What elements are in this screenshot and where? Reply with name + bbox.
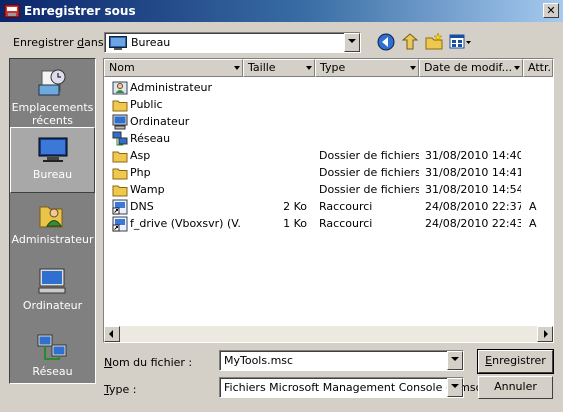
column-header-size[interactable]: Taille [243, 59, 315, 77]
computer-icon [112, 114, 128, 130]
title-bar: Enregistrer sous ✕ [0, 0, 563, 22]
file-name: Réseau [130, 132, 171, 145]
place-computer[interactable]: Ordinateur [10, 259, 95, 325]
close-button[interactable]: ✕ [543, 3, 559, 18]
file-row[interactable]: Asp Dossier de fichiers 31/08/2010 14:40 [104, 147, 553, 164]
file-name: Ordinateur [130, 115, 190, 128]
filename-dropdown-button[interactable] [447, 351, 463, 370]
location-dropdown[interactable]: Bureau [104, 32, 361, 53]
close-icon: ✕ [546, 4, 556, 17]
place-label: Ordinateur [22, 299, 83, 312]
shortcut-icon [112, 199, 128, 215]
file-size: 2 Ko [283, 200, 307, 213]
place-desktop[interactable]: Bureau [10, 127, 95, 193]
app-icon [4, 4, 20, 18]
file-row[interactable]: Wamp Dossier de fichiers 31/08/2010 14:54 [104, 181, 553, 198]
scroll-left-button[interactable] [104, 326, 120, 342]
desktop-icon [38, 137, 68, 162]
file-row[interactable]: Administrateur [104, 79, 553, 96]
chevron-down-icon [234, 66, 240, 70]
column-header-date[interactable]: Date de modif... [419, 59, 523, 77]
filename-input[interactable]: MyTools.msc [219, 350, 464, 371]
cancel-button[interactable]: Annuler [478, 376, 553, 399]
place-administrator[interactable]: Administrateur [10, 193, 95, 259]
folder-icon [112, 185, 128, 197]
save-button[interactable]: Enregistrer [477, 349, 554, 374]
user-folder-icon [39, 206, 63, 228]
computer-icon [38, 268, 66, 294]
column-header-name[interactable]: Nom [104, 59, 243, 77]
location-dropdown-button[interactable] [344, 33, 360, 52]
file-row[interactable]: Ordinateur [104, 113, 553, 130]
file-date: 24/08/2010 22:37 [425, 200, 521, 213]
place-label: Bureau [32, 168, 73, 181]
file-date: 31/08/2010 14:41 [425, 166, 521, 179]
folder-icon [112, 168, 128, 180]
chevron-down-icon [410, 66, 416, 70]
back-icon[interactable] [376, 32, 396, 52]
file-list[interactable]: Nom Taille Type Date de modif... Attr. A… [103, 58, 554, 343]
chevron-down-icon [306, 66, 312, 70]
file-type: Dossier de fichiers [319, 183, 419, 196]
place-label: Emplacements récents [11, 101, 94, 127]
file-date: 24/08/2010 22:43 [425, 217, 521, 230]
folder-icon [112, 100, 128, 112]
file-type: Raccourci [319, 200, 373, 213]
network-icon [112, 131, 128, 146]
new-folder-icon[interactable] [424, 32, 444, 52]
file-row[interactable]: Public [104, 96, 553, 113]
horizontal-scrollbar[interactable] [104, 326, 553, 342]
file-type-dropdown-button[interactable] [447, 378, 463, 397]
file-row[interactable]: DNS 2 Ko Raccourci 24/08/2010 22:37 A [104, 198, 553, 215]
file-date: 31/08/2010 14:54 [425, 183, 521, 196]
place-label: Administrateur [11, 233, 94, 246]
save-in-label: Enregistrer dans : [13, 36, 111, 49]
place-label: Réseau [32, 365, 73, 378]
places-bar: Emplacements récents Bureau Administrate… [9, 58, 96, 384]
chevron-down-icon [514, 66, 520, 70]
file-row[interactable]: f_drive (Vboxsvr) (V... 1 Ko Raccourci 24/0… [104, 215, 553, 232]
file-attr: A [529, 217, 537, 230]
file-name: DNS [130, 200, 154, 213]
column-header-type[interactable]: Type [315, 59, 419, 77]
file-type: Raccourci [319, 217, 373, 230]
folder-icon [112, 151, 128, 163]
user-folder-icon [112, 81, 128, 95]
desktop-icon [109, 36, 127, 50]
file-attr: A [529, 200, 537, 213]
view-menu-icon[interactable] [448, 32, 472, 52]
file-row[interactable]: Php Dossier de fichiers 31/08/2010 14:41 [104, 164, 553, 181]
shortcut-icon [112, 216, 128, 232]
file-row[interactable]: Réseau [104, 130, 553, 147]
column-header-attr[interactable]: Attr. [523, 59, 553, 77]
window-title: Enregistrer sous [24, 4, 136, 18]
scroll-right-button[interactable] [537, 326, 553, 342]
file-type: Dossier de fichiers [319, 166, 419, 179]
file-type: Dossier de fichiers [319, 149, 419, 162]
network-icon [37, 334, 67, 360]
location-value: Bureau [131, 36, 171, 49]
file-name: Php [130, 166, 151, 179]
file-name: Public [130, 98, 163, 111]
file-name: Asp [130, 149, 151, 162]
type-label: Type : [104, 383, 137, 396]
file-type-select[interactable]: Fichiers Microsoft Management Console (*… [219, 377, 486, 398]
recent-places-icon [38, 69, 66, 96]
file-name: Administrateur [130, 81, 212, 94]
up-folder-icon[interactable] [400, 32, 420, 52]
file-name: Wamp [130, 183, 165, 196]
place-network[interactable]: Réseau [10, 325, 95, 391]
filename-value: MyTools.msc [224, 354, 294, 367]
file-name: f_drive (Vboxsvr) (V... [130, 217, 240, 230]
file-date: 31/08/2010 14:40 [425, 149, 521, 162]
place-recent[interactable]: Emplacements récents [10, 61, 95, 127]
filename-label: Nom du fichier : [104, 356, 193, 369]
file-size: 1 Ko [283, 217, 307, 230]
